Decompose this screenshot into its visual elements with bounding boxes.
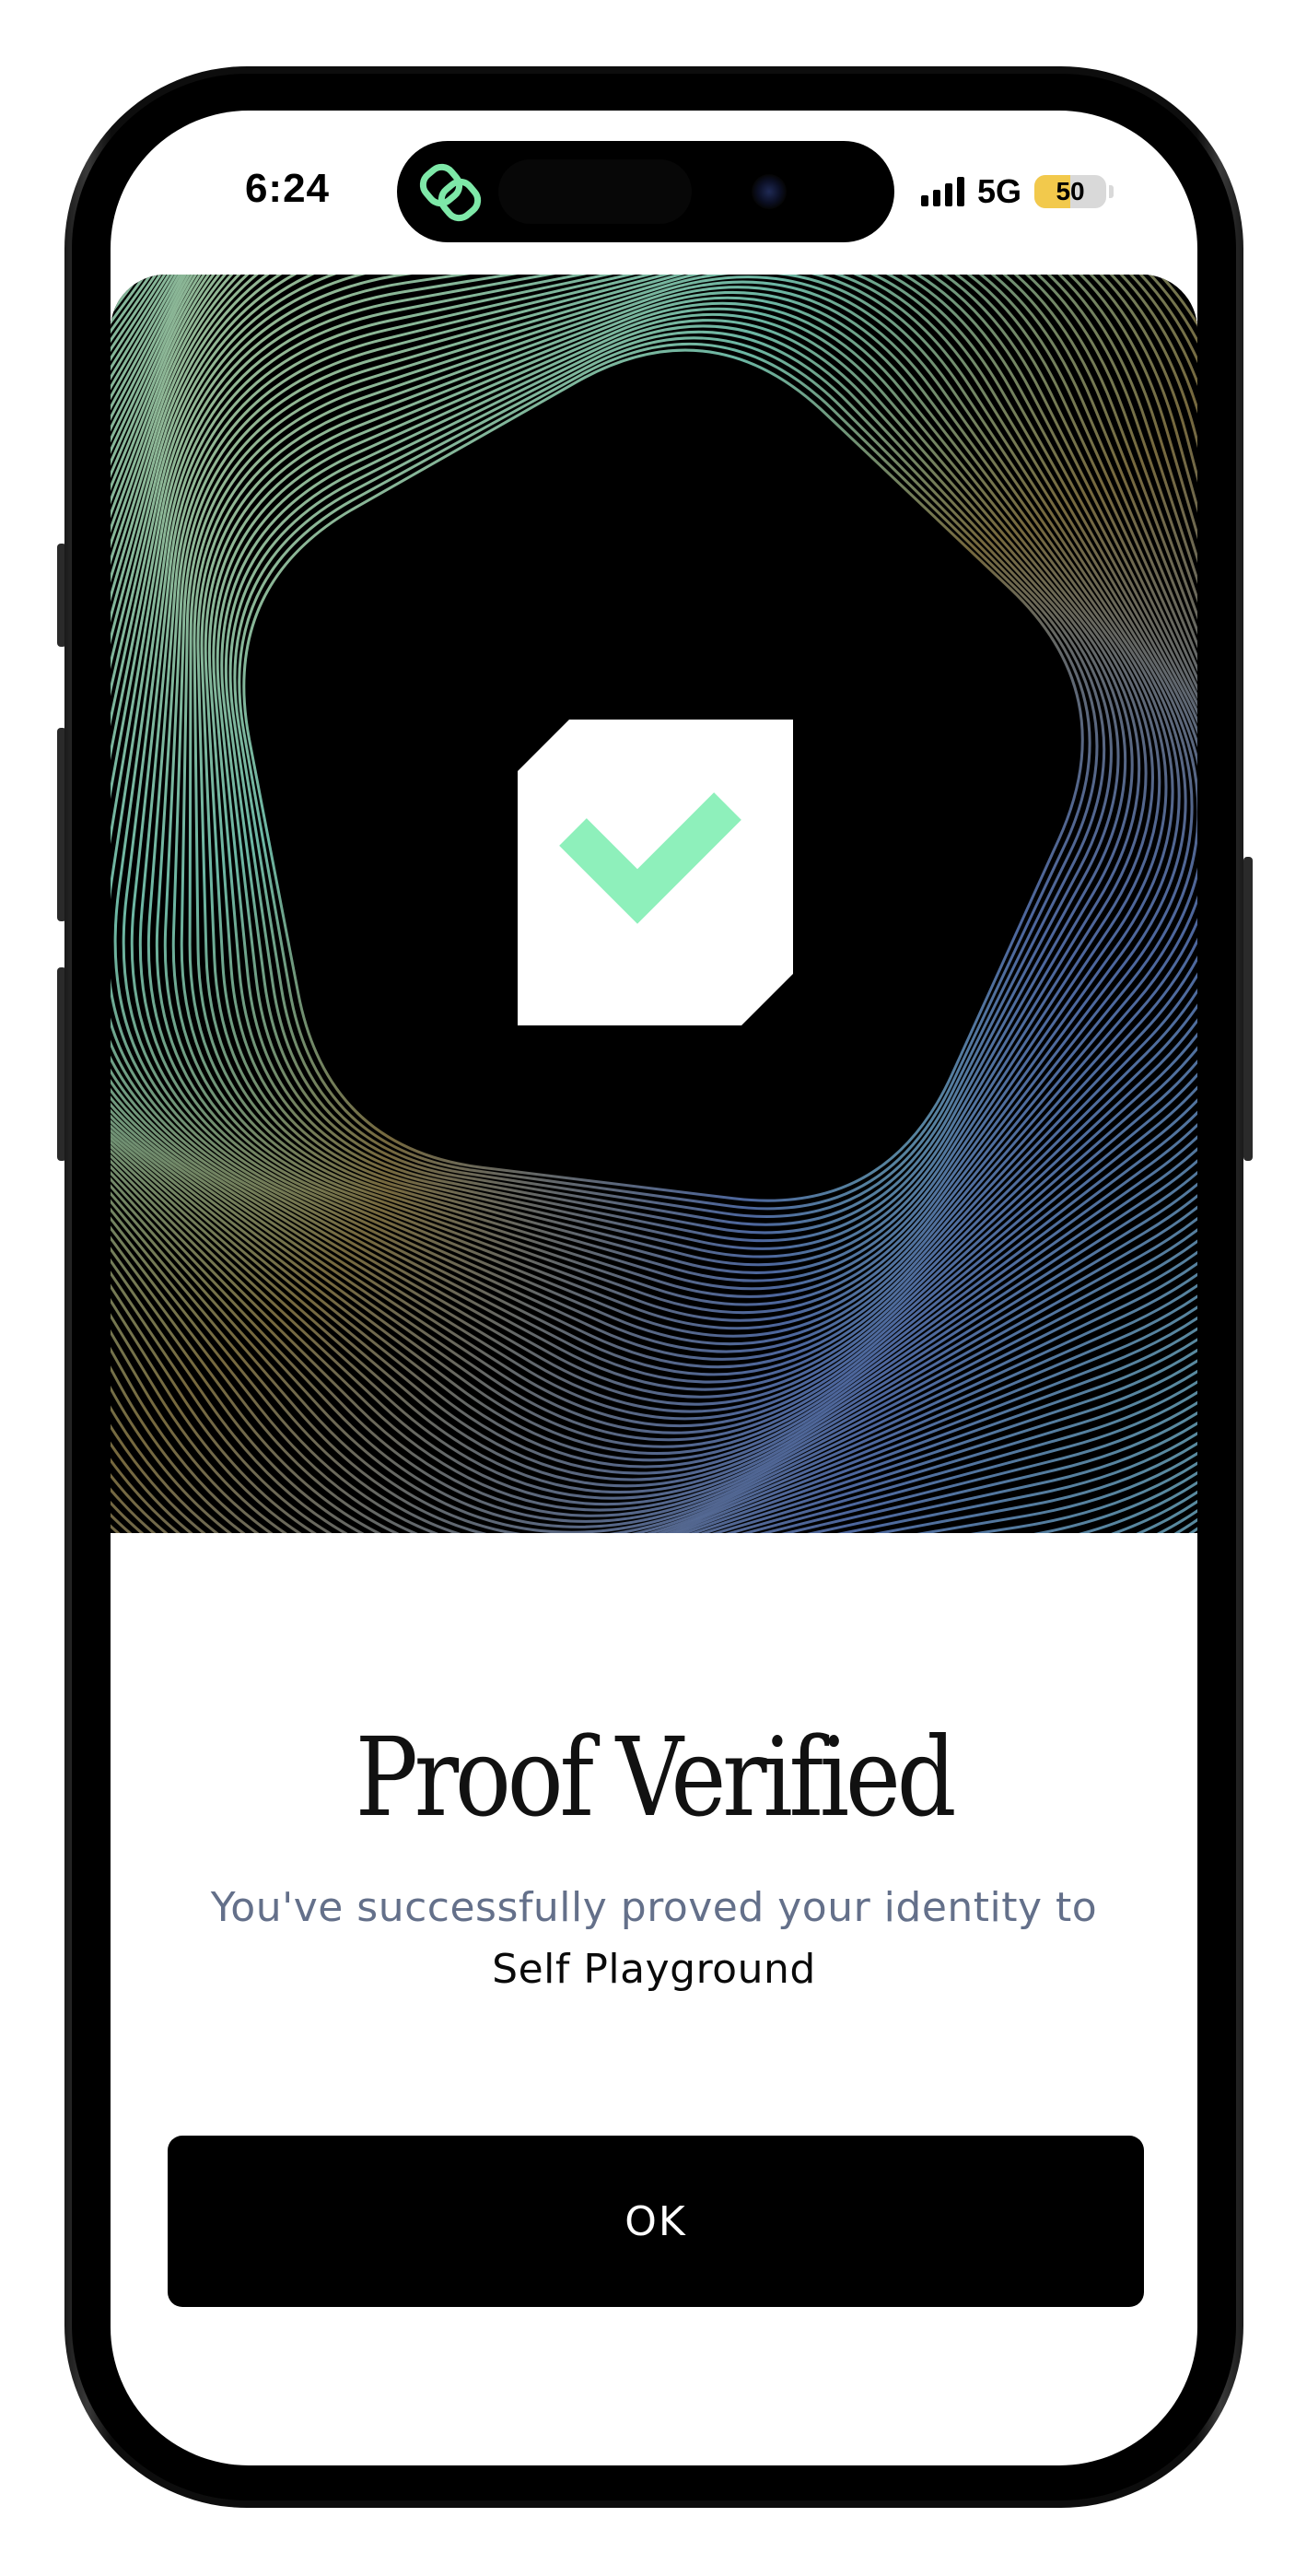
face-id-sensor (498, 159, 692, 224)
battery-icon: 50 (1034, 175, 1107, 208)
phone-screen: 6:24 5G 50 Proof Verified You've success… (111, 111, 1197, 2465)
status-time: 6:24 (244, 166, 331, 211)
spiral-lines-illustration (111, 275, 1197, 1533)
success-message: You've successfully proved your identity… (210, 1884, 1098, 1931)
page-title: Proof Verified (355, 1714, 957, 1841)
hero-artwork (111, 275, 1197, 1533)
linked-rings-icon (419, 163, 482, 222)
requesting-app-name: Self Playground (492, 1946, 816, 1993)
cellular-signal-icon (921, 177, 964, 206)
ok-button[interactable]: OK (168, 2136, 1144, 2307)
status-indicators: 5G 50 (921, 172, 1114, 210)
power-button (1243, 857, 1253, 1161)
front-camera (752, 174, 787, 209)
battery-tip (1109, 185, 1114, 198)
network-type: 5G (977, 172, 1022, 210)
verified-check-icon (518, 720, 793, 1025)
dynamic-island (397, 141, 894, 242)
battery-level: 50 (1056, 177, 1085, 205)
